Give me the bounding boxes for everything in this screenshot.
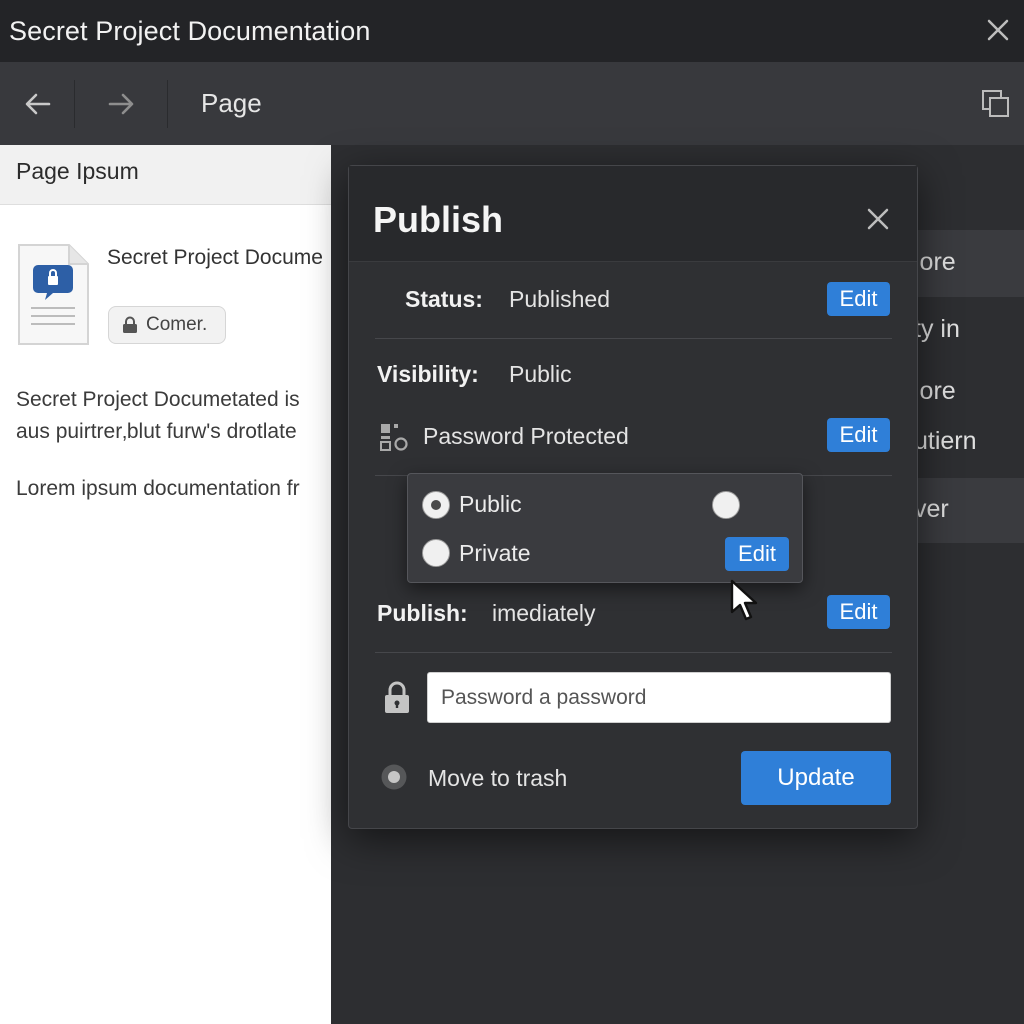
title-bar: Secret Project Documentation: [0, 0, 1024, 62]
pane-header: Page Ipsum: [0, 145, 331, 205]
edit-publish-button[interactable]: Edit: [827, 595, 890, 629]
menu-item[interactable]: lore: [900, 230, 1024, 297]
dialog-header: Publish: [349, 166, 917, 262]
comment-chip[interactable]: Comer.: [108, 306, 226, 344]
document-pane: Page Ipsum Secret Project Docume Comer. …: [0, 145, 331, 1024]
menu-item[interactable]: ty in: [900, 315, 1024, 344]
visibility-options-popover: Public Private Edit: [407, 473, 803, 583]
body-text-line: Lorem ipsum documentation fr: [16, 477, 300, 500]
menu-item[interactable]: lore: [900, 377, 1024, 406]
status-value: Published: [509, 286, 611, 312]
radio-private-label[interactable]: Private: [459, 540, 531, 567]
dialog-title: Publish: [373, 199, 504, 240]
chip-label: Comer.: [146, 314, 208, 335]
document-lock-icon[interactable]: [17, 243, 90, 346]
menu-item[interactable]: ver: [900, 478, 1024, 543]
radio-option[interactable]: [712, 491, 740, 519]
toolbar-separator: [167, 80, 168, 128]
visibility-label: Visibility:: [377, 361, 479, 387]
password-protected-label: Password Protected: [423, 423, 629, 449]
menu-item[interactable]: utiern: [900, 427, 1024, 456]
publish-value: imediately: [492, 600, 596, 626]
toolbar-separator: [74, 80, 75, 128]
password-input[interactable]: [427, 672, 891, 723]
page-label: Page: [201, 88, 262, 118]
mouse-cursor-icon: [730, 579, 758, 621]
toolbar: Page: [0, 62, 1024, 145]
edit-password-button[interactable]: Edit: [827, 418, 890, 452]
radio-dot-icon[interactable]: [380, 763, 408, 791]
status-label: Status:: [405, 286, 483, 312]
body-text-line: aus puirtrer‚blut furw's drotlate: [16, 420, 297, 443]
close-icon[interactable]: [982, 14, 1014, 46]
divider: [375, 338, 892, 339]
forward-button[interactable]: [76, 62, 166, 145]
divider: [375, 652, 892, 653]
edit-status-button[interactable]: Edit: [827, 282, 890, 316]
visibility-value: Public: [509, 361, 572, 387]
update-button[interactable]: Update: [741, 751, 891, 805]
radio-public[interactable]: [422, 491, 450, 519]
close-icon[interactable]: [865, 206, 891, 232]
publish-dialog: Publish Status: Published Edit Visibilit…: [348, 165, 918, 829]
window-title: Secret Project Documentation: [9, 15, 371, 46]
password-protect-icon: [380, 424, 408, 451]
body-text-line: Secret Project Documetated is: [16, 388, 300, 411]
back-button[interactable]: [0, 62, 75, 145]
radio-private[interactable]: [422, 539, 450, 567]
edit-visibility-button[interactable]: Edit: [725, 537, 789, 571]
document-name[interactable]: Secret Project Docume: [107, 246, 323, 270]
lock-icon: [385, 681, 409, 713]
radio-public-label[interactable]: Public: [459, 491, 522, 518]
move-to-trash-link[interactable]: Move to trash: [428, 765, 567, 792]
arrow-left-icon: [25, 93, 50, 114]
publish-label: Publish:: [377, 600, 468, 626]
arrow-right-icon: [108, 93, 134, 114]
restore-window-icon[interactable]: [980, 88, 1012, 120]
lock-icon: [123, 316, 137, 333]
